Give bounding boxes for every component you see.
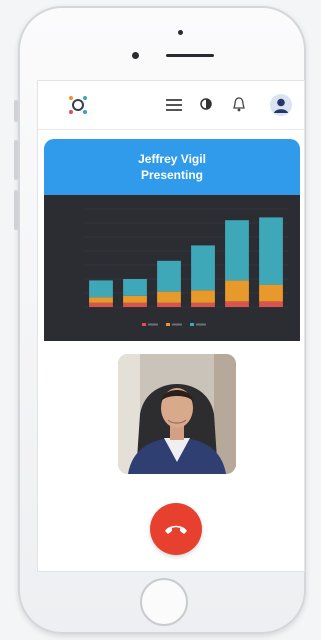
legend-label (196, 323, 206, 326)
legend-label (172, 323, 182, 326)
logo-icon[interactable] (68, 95, 88, 115)
presenter-video (118, 354, 236, 474)
mute-switch (14, 100, 18, 122)
home-button[interactable] (140, 578, 188, 626)
chart-bar-segment (123, 279, 147, 296)
chart-bar-segment (259, 301, 283, 307)
chart-bar-segment (89, 297, 113, 303)
earpiece-speaker (166, 54, 214, 57)
chart-bar-segment (89, 280, 113, 298)
chart-bar-segment (123, 302, 147, 307)
top-bar (38, 81, 304, 130)
chart-bar-segment (191, 245, 215, 291)
volume-down-button (14, 190, 18, 230)
legend-swatch (166, 323, 170, 326)
presenter-status: Presenting (140, 168, 203, 182)
chart-bar-segment (157, 291, 181, 303)
chart-bar-segment (225, 220, 249, 281)
hang-up-icon (165, 525, 187, 534)
proximity-sensor (132, 52, 139, 59)
chart-bar-segment (259, 284, 283, 302)
menu-icon[interactable] (166, 99, 182, 111)
chart-bar-segment (157, 260, 181, 292)
chart-bar-segment (191, 290, 215, 303)
avatar-icon[interactable] (270, 94, 292, 116)
chart-bar-segment (259, 217, 283, 285)
chart-bar-segment (225, 280, 249, 302)
chart-bar-segment (225, 301, 249, 307)
chart-bar-segment (191, 302, 215, 307)
legend-swatch (190, 323, 194, 326)
presenter-video-image (118, 354, 236, 474)
contrast-icon[interactable] (200, 98, 212, 110)
presenter-banner: Jeffrey Vigil Presenting (44, 139, 300, 195)
chart-bar-segment (157, 302, 181, 307)
presenter-name: Jeffrey Vigil (138, 152, 206, 166)
legend-swatch (142, 323, 146, 326)
chart-bar-segment (123, 295, 147, 303)
chart-svg (84, 208, 288, 326)
shared-chart (44, 195, 300, 341)
app-screen: Jeffrey Vigil Presenting (37, 80, 305, 572)
front-camera (178, 30, 183, 35)
end-call-button[interactable] (150, 503, 202, 555)
legend-label (148, 323, 158, 326)
bell-icon[interactable] (232, 96, 246, 112)
chart-bar-segment (89, 302, 113, 307)
volume-up-button (14, 140, 18, 180)
